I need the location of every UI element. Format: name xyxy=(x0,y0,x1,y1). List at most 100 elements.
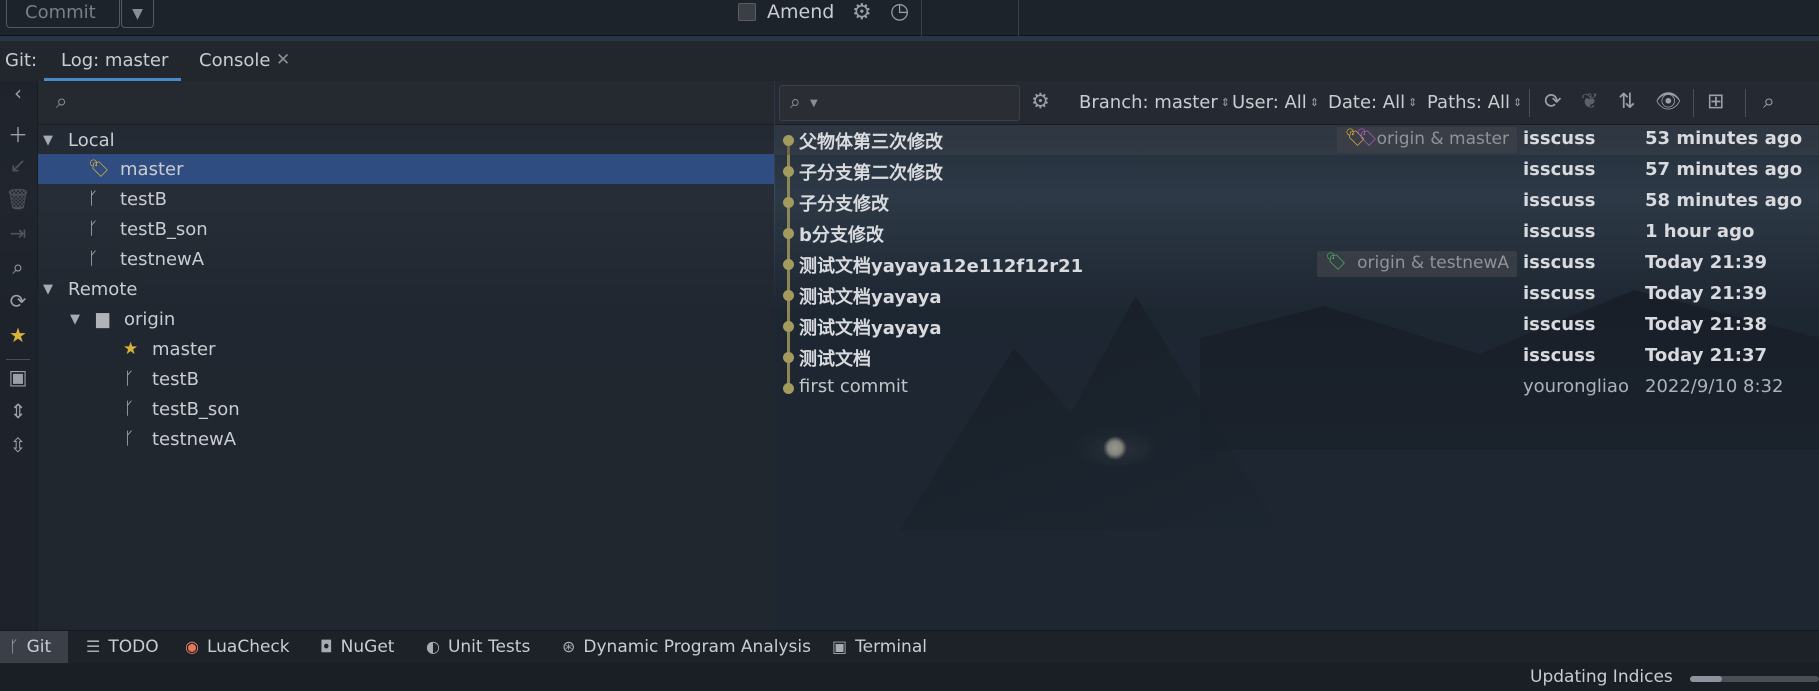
tool-label: Terminal xyxy=(855,637,927,657)
commit-row[interactable]: b分支修改 isscuss 1 hour ago xyxy=(775,218,1819,248)
updown-arrow-icon: ⇕ xyxy=(1513,96,1523,109)
branch-label: testnewA xyxy=(152,428,237,450)
branch-icon: ᚴ xyxy=(88,219,99,239)
tool-unit-tests[interactable]: ◐ Unit Tests xyxy=(426,637,530,657)
close-icon[interactable]: ✕ xyxy=(276,50,290,70)
tree-node-label: origin xyxy=(124,308,176,330)
branch-remote-master[interactable]: ★ master xyxy=(38,334,774,364)
cherry-pick-icon[interactable]: ❦ xyxy=(1581,89,1599,113)
commit-date: 57 minutes ago xyxy=(1645,159,1803,180)
tree-node-label: Remote xyxy=(68,278,138,300)
branch-icon: ᚴ xyxy=(124,399,135,419)
commit-row[interactable]: 父物体第三次修改 🏷🏷 origin & master isscuss 53 minut… xyxy=(775,125,1819,155)
commit-message: 父物体第三次修改 xyxy=(799,132,943,153)
collapse-all-icon[interactable]: ⇳ xyxy=(0,433,36,457)
commit-author: isscuss xyxy=(1523,345,1596,366)
star-icon[interactable]: ★ xyxy=(0,323,36,347)
branch-search-input[interactable]: ⌕ xyxy=(38,81,774,125)
commit-node xyxy=(783,321,794,332)
branch-remote-testnewa[interactable]: ᚴ testnewA xyxy=(38,424,774,454)
tool-todo[interactable]: ☰ TODO xyxy=(86,637,159,657)
commit-toolbar: Commit ▼ Amend ⚙ ◷ xyxy=(0,0,1819,36)
commit-author: isscuss xyxy=(1523,221,1596,242)
group-by-directory-icon[interactable]: ▣ xyxy=(0,365,36,389)
tool-luacheck[interactable]: ◉ LuaCheck xyxy=(185,637,290,657)
unit-tests-icon: ◐ xyxy=(426,637,440,656)
tree-node-local[interactable]: ▼ Local xyxy=(38,125,774,155)
commit-options-dropdown[interactable]: ▼ xyxy=(121,0,154,28)
merge-icon[interactable]: ⇥ xyxy=(0,221,36,245)
luacheck-icon: ◉ xyxy=(185,637,199,656)
tool-label: Dynamic Program Analysis xyxy=(583,637,811,657)
commit-button[interactable]: Commit xyxy=(6,0,120,28)
refs-text: origin & master xyxy=(1376,129,1509,149)
tag-icon: 🏷🏷 xyxy=(1344,128,1378,148)
commit-date: 1 hour ago xyxy=(1645,221,1755,242)
branch-local-master[interactable]: 🏷 master xyxy=(38,154,774,184)
commit-message: 子分支第二次修改 xyxy=(799,163,943,184)
commit-row[interactable]: 子分支修改 isscuss 58 minutes ago xyxy=(775,187,1819,217)
commit-author: isscuss xyxy=(1523,190,1596,211)
commit-row[interactable]: 测试文档yayaya isscuss Today 21:38 xyxy=(775,311,1819,341)
user-filter[interactable]: User: All ⇕ xyxy=(1232,92,1319,113)
paths-filter[interactable]: Paths: All ⇕ xyxy=(1427,92,1522,113)
expand-all-icon[interactable]: ⇕ xyxy=(0,399,36,423)
commit-row[interactable]: 测试文档 isscuss Today 21:37 xyxy=(775,342,1819,372)
filter-label: Date: All xyxy=(1328,92,1406,113)
search-icon[interactable]: ⌕ xyxy=(1763,89,1775,114)
branch-label: testB xyxy=(120,188,167,210)
plus-icon[interactable]: ＋ xyxy=(0,119,36,148)
refresh-icon[interactable]: ⟳ xyxy=(0,289,36,313)
clock-icon[interactable]: ◷ xyxy=(890,0,909,24)
new-tab-icon[interactable]: ⊞ xyxy=(1707,89,1725,113)
commit-row[interactable]: 子分支第二次修改 isscuss 57 minutes ago xyxy=(775,156,1819,186)
commit-date: Today 21:37 xyxy=(1645,345,1768,366)
sort-icon[interactable]: ⇅ xyxy=(1618,89,1636,113)
status-bar: Updating Indices xyxy=(0,663,1819,691)
tool-label: NuGet xyxy=(340,637,395,657)
commit-row[interactable]: 测试文档yayaya12e112f12r21 🏷 origin & testnewA… xyxy=(775,249,1819,279)
tool-terminal[interactable]: ▣ Terminal xyxy=(832,637,927,657)
branch-local-testnewa[interactable]: ᚴ testnewA xyxy=(38,244,774,274)
branch-local-testb-son[interactable]: ᚴ testB_son xyxy=(38,214,774,244)
branch-remote-testb-son[interactable]: ᚴ testB_son xyxy=(38,394,774,424)
trash-icon[interactable]: 🗑 xyxy=(0,187,36,211)
commit-date: 58 minutes ago xyxy=(1645,190,1803,211)
git-tool-window-tabs: Git: Log: master Console ✕ xyxy=(0,41,1819,81)
tree-node-remote[interactable]: ▼ Remote xyxy=(38,274,774,304)
tool-dynamic-program-analysis[interactable]: ⊛ Dynamic Program Analysis xyxy=(562,637,811,657)
log-toolbar: ⌕ ▼ ⚙ Branch: master ⇕ User: All ⇕ Date: A… xyxy=(775,81,1819,125)
chevron-down-icon: ▼ xyxy=(70,311,80,327)
progress-bar xyxy=(1690,676,1819,682)
gear-icon[interactable]: ⚙ xyxy=(1031,89,1050,113)
commit-author: isscuss xyxy=(1523,159,1596,180)
branch-label: master xyxy=(152,338,216,360)
tool-nuget[interactable]: ◘ NuGet xyxy=(320,637,394,657)
chevron-left-icon[interactable]: ‹ xyxy=(0,81,36,105)
commit-log-panel: ⌕ ▼ ⚙ Branch: master ⇕ User: All ⇕ Date: A… xyxy=(775,81,1819,630)
tool-window-title: Git: xyxy=(5,50,38,71)
branch-remote-testb[interactable]: ᚴ testB xyxy=(38,364,774,394)
folder-icon: ▆ xyxy=(96,309,110,329)
search-icon[interactable]: ⌕ xyxy=(0,255,36,279)
commit-row[interactable]: 测试文档yayaya isscuss Today 21:39 xyxy=(775,280,1819,310)
amend-checkbox[interactable] xyxy=(738,3,756,21)
log-search-input[interactable]: ⌕ ▼ xyxy=(779,85,1020,121)
tool-git[interactable]: ᚴ Git xyxy=(9,637,51,657)
commit-row[interactable]: first commit yourongliao 2022/9/10 8:32 xyxy=(775,373,1819,403)
refresh-icon[interactable]: ⟳ xyxy=(1544,89,1562,113)
branch-local-testb[interactable]: ᚴ testB xyxy=(38,184,774,214)
tab-log-master[interactable]: Log: master xyxy=(61,50,168,71)
branches-panel: ⌕ ▼ Local 🏷 master ᚴ testB ᚴ testB_son ᚴ… xyxy=(38,81,774,630)
checkout-arrow-icon[interactable]: ↙ xyxy=(0,153,36,177)
status-text: Updating Indices xyxy=(1530,667,1673,687)
divider xyxy=(1529,89,1530,117)
tab-console[interactable]: Console xyxy=(199,50,270,71)
date-filter[interactable]: Date: All ⇕ xyxy=(1328,92,1417,113)
divider xyxy=(1693,89,1694,117)
gear-icon[interactable]: ⚙ xyxy=(852,0,872,25)
eye-icon[interactable]: 👁 xyxy=(1655,89,1682,114)
filter-label: Branch: master xyxy=(1079,92,1218,113)
tree-node-origin[interactable]: ▼ ▆ origin xyxy=(38,304,774,334)
branch-filter[interactable]: Branch: master ⇕ xyxy=(1079,92,1230,113)
